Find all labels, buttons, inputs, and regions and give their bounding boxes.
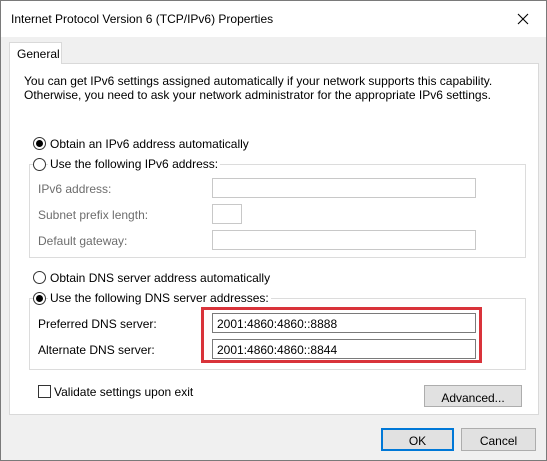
preferred-dns-label: Preferred DNS server: xyxy=(38,317,157,331)
close-icon xyxy=(517,13,529,25)
dialog-window: Internet Protocol Version 6 (TCP/IPv6) P… xyxy=(0,0,547,461)
subnet-prefix-input[interactable] xyxy=(212,204,242,224)
use-following-ipv6-radio[interactable] xyxy=(33,158,46,171)
title-bar[interactable]: Internet Protocol Version 6 (TCP/IPv6) P… xyxy=(1,1,546,37)
dns-highlight-box xyxy=(201,307,482,363)
subnet-prefix-label: Subnet prefix length: xyxy=(38,208,149,222)
ipv6-address-label: IPv6 address: xyxy=(38,182,112,196)
tab-general[interactable]: General xyxy=(9,42,62,64)
use-following-dns-radio[interactable] xyxy=(33,292,46,305)
advanced-button-label: Advanced... xyxy=(441,391,505,405)
tab-general-label: General xyxy=(17,47,60,61)
default-gateway-input[interactable] xyxy=(212,230,476,250)
cancel-button-label: Cancel xyxy=(479,434,518,448)
default-gateway-label: Default gateway: xyxy=(38,234,128,248)
ok-button[interactable]: OK xyxy=(381,428,454,451)
description-line-2: Otherwise, you need to ask your network … xyxy=(24,88,491,102)
description-line-1: You can get IPv6 settings assigned autom… xyxy=(24,74,493,88)
validate-settings-label[interactable]: Validate settings upon exit xyxy=(54,385,193,399)
alternate-dns-label: Alternate DNS server: xyxy=(38,343,155,357)
obtain-dns-auto-label[interactable]: Obtain DNS server address automatically xyxy=(50,271,270,285)
advanced-button[interactable]: Advanced... xyxy=(424,385,522,407)
obtain-dns-auto-radio[interactable] xyxy=(33,271,46,284)
validate-settings-checkbox[interactable] xyxy=(38,385,51,398)
close-button[interactable] xyxy=(500,1,546,37)
description-text: You can get IPv6 settings assigned autom… xyxy=(24,74,524,102)
use-following-ipv6-label[interactable]: Use the following IPv6 address: xyxy=(48,157,221,171)
obtain-ipv6-auto-label[interactable]: Obtain an IPv6 address automatically xyxy=(50,137,251,151)
ok-button-label: OK xyxy=(408,434,427,448)
cancel-button[interactable]: Cancel xyxy=(461,428,536,451)
window-title: Internet Protocol Version 6 (TCP/IPv6) P… xyxy=(11,12,274,26)
use-following-dns-label[interactable]: Use the following DNS server addresses: xyxy=(48,291,271,305)
obtain-ipv6-auto-radio[interactable] xyxy=(33,137,46,150)
ipv6-address-input[interactable] xyxy=(212,178,476,198)
